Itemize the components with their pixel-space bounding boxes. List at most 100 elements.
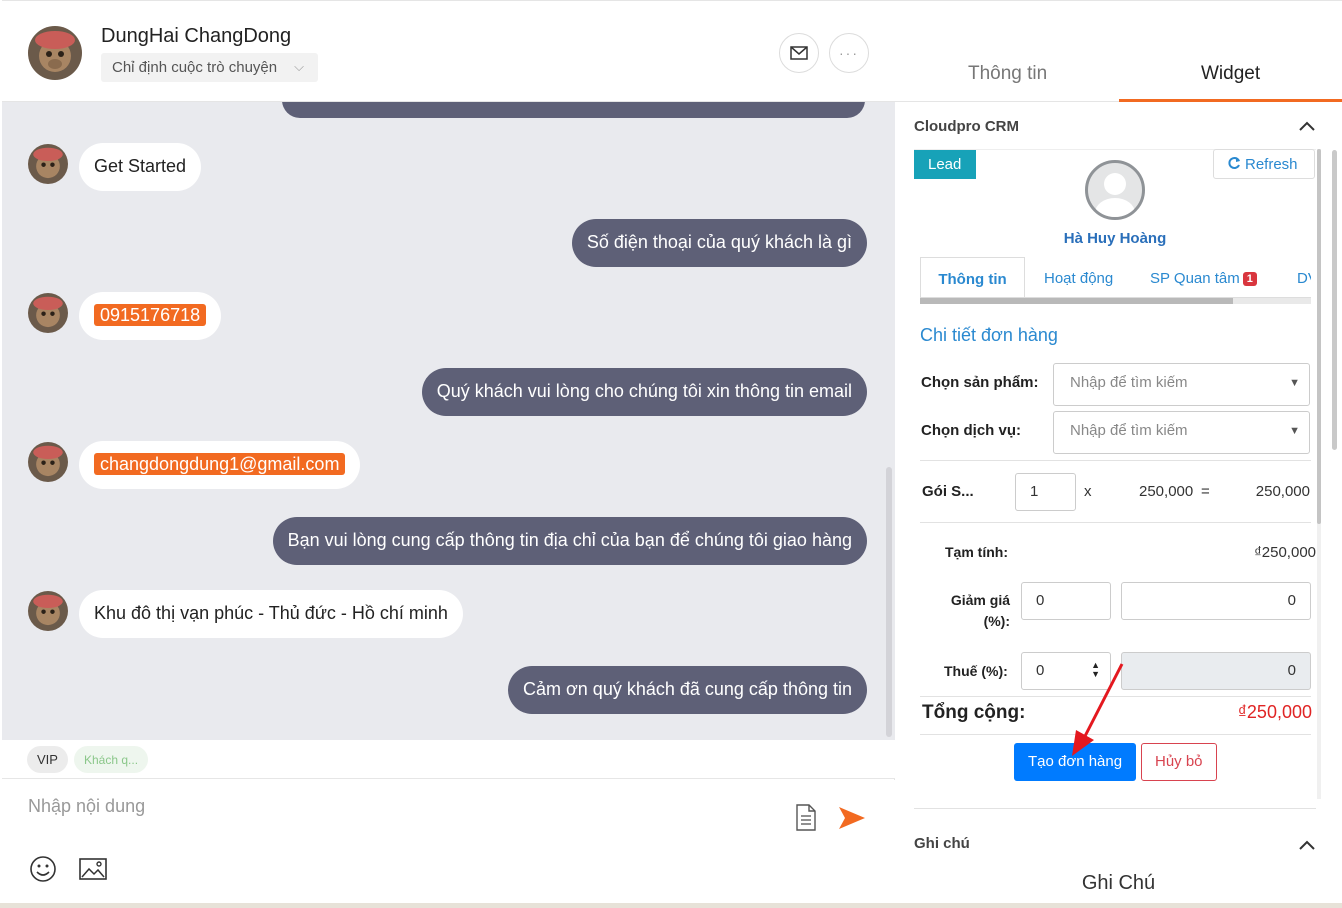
discount-label: Giảm giá (%):	[948, 592, 1010, 629]
tag-bar: VIP Khách q...	[2, 740, 895, 779]
count-badge: 1	[1242, 272, 1257, 286]
chat-header: DungHai ChangDong Chỉ định cuộc trò chuy…	[2, 0, 895, 102]
line-item-name: Gói S...	[922, 483, 974, 500]
scrollbar-thumb[interactable]	[920, 298, 1233, 304]
app-root: DungHai ChangDong Chỉ định cuộc trò chuy…	[0, 0, 1342, 908]
assign-label: Chỉ định cuộc trò chuyện	[112, 59, 278, 76]
subtotal-value: ₫250,000	[1254, 544, 1316, 561]
customer-avatar[interactable]	[1085, 160, 1145, 220]
line-total: 250,000	[1255, 483, 1310, 500]
bottom-border	[0, 903, 1342, 908]
equals-sign: =	[1201, 483, 1210, 500]
crm-tabs-scrollbar[interactable]	[920, 298, 1311, 304]
outgoing-message: Quý khách vui lòng cho chúng tôi xin thô…	[421, 368, 867, 416]
tab-widget[interactable]: Widget	[1201, 63, 1260, 85]
incoming-message: Get Started	[79, 143, 202, 191]
unit-price: 250,000	[1139, 483, 1194, 500]
lead-badge: Lead	[914, 150, 976, 179]
product-select[interactable]: Nhập để tìm kiếm ▼	[1053, 363, 1310, 406]
crm-section-title: Cloudpro CRM	[914, 118, 1019, 135]
service-label: Chọn dịch vụ:	[921, 422, 1021, 439]
tax-amount-field: 0	[1121, 652, 1311, 690]
chevron-up-icon[interactable]	[1299, 837, 1315, 855]
user-avatar	[28, 144, 68, 184]
crm-tab-services[interactable]: DV	[1297, 257, 1311, 297]
message-text: Khu đô thị vạn phúc - Thủ đức - Hồ chí m…	[94, 603, 448, 623]
side-tab-bar: Thông tin Widget	[895, 0, 1342, 102]
divider	[914, 808, 1316, 809]
service-placeholder: Nhập để tìm kiếm	[1070, 422, 1188, 439]
incoming-message: changdongdung1@gmail.com	[79, 441, 361, 489]
notes-heading: Ghi Chú	[1081, 872, 1156, 894]
chat-panel: DungHai ChangDong Chỉ định cuộc trò chuy…	[2, 0, 895, 908]
tab-info[interactable]: Thông tin	[968, 63, 1047, 85]
cancel-order-button[interactable]: Hủy bỏ	[1141, 743, 1217, 781]
tag-vip[interactable]: VIP	[27, 746, 68, 773]
chevron-down-icon: ⌵	[294, 59, 304, 74]
message-text: Bạn vui lòng cung cấp thông tin địa chỉ …	[287, 530, 852, 550]
total-value: ₫250,000	[1237, 702, 1312, 722]
crm-tabs: Thông tin Hoạt động SP Quan tâm1 DV	[920, 257, 1311, 298]
notes-section-title: Ghi chú	[914, 835, 970, 852]
message-scrollbar[interactable]	[886, 467, 892, 737]
incoming-message: 0915176718	[79, 292, 222, 340]
refresh-label: Refresh	[1245, 156, 1298, 173]
tag-customer[interactable]: Khách q...	[74, 746, 149, 773]
email-button[interactable]	[779, 33, 819, 73]
contact-name: DungHai ChangDong	[101, 25, 292, 47]
discount-label-line2: (%):	[983, 613, 1010, 629]
user-avatar	[28, 442, 68, 482]
refresh-icon	[1228, 157, 1240, 169]
user-avatar	[28, 293, 68, 333]
card-scroll-track[interactable]	[1317, 149, 1321, 799]
send-icon[interactable]	[838, 806, 866, 830]
discount-percent-input[interactable]: 0	[1021, 582, 1111, 620]
message-text: Get Started	[94, 156, 187, 176]
contact-avatar[interactable]	[28, 26, 82, 80]
crm-tab-info[interactable]: Thông tin	[920, 257, 1025, 297]
tax-percent-value: 0	[1036, 662, 1045, 679]
total-label: Tổng cộng:	[922, 702, 1026, 723]
service-select[interactable]: Nhập để tìm kiếm ▼	[1053, 411, 1310, 454]
crm-card: Lead Refresh Hà Huy Hoàng Thông tin Hoạt…	[914, 149, 1316, 809]
caret-down-icon: ▼	[1289, 377, 1300, 389]
crm-tab-label: SP Quan tâm	[1150, 270, 1240, 287]
crm-widget: Cloudpro CRM Lead Refresh Hà Huy Hoàng T…	[895, 102, 1342, 908]
previous-message-bubble	[282, 102, 865, 118]
product-placeholder: Nhập để tìm kiếm	[1070, 374, 1188, 391]
message-composer: Nhập nội dung	[2, 780, 895, 908]
assign-conversation-dropdown[interactable]: Chỉ định cuộc trò chuyện ⌵	[101, 53, 318, 82]
side-panel: Thông tin Widget Cloudpro CRM Lead Refre…	[895, 0, 1342, 908]
quantity-input[interactable]: 1	[1015, 473, 1076, 511]
image-icon[interactable]	[79, 857, 107, 881]
divider	[920, 460, 1311, 461]
phone-number-highlight[interactable]: 0915176718	[94, 304, 207, 326]
message-input[interactable]: Nhập nội dung	[28, 796, 145, 817]
mail-icon	[790, 46, 808, 60]
crm-tab-activity[interactable]: Hoạt động	[1044, 257, 1113, 297]
email-highlight[interactable]: changdongdung1@gmail.com	[94, 453, 346, 475]
more-dots-icon: ···	[839, 45, 859, 61]
divider	[920, 522, 1311, 523]
crm-tab-interested-products[interactable]: SP Quan tâm 1	[1150, 257, 1257, 297]
outgoing-message: Số điện thoại của quý khách là gì	[571, 219, 867, 267]
incoming-message: Khu đô thị vạn phúc - Thủ đức - Hồ chí m…	[79, 590, 463, 638]
panel-scrollbar[interactable]	[1332, 150, 1337, 450]
message-list[interactable]: Get Started Số điện thoại của quý khách …	[2, 102, 895, 740]
more-options-button[interactable]: ···	[829, 33, 869, 73]
subtotal-label: Tạm tính:	[945, 544, 1008, 560]
times-sign: x	[1084, 483, 1092, 500]
message-text: Cảm ơn quý khách đã cung cấp thông tin	[522, 679, 852, 699]
message-text: Quý khách vui lòng cho chúng tôi xin thô…	[436, 381, 852, 401]
message-text: Số điện thoại của quý khách là gì	[586, 232, 852, 252]
card-scroll-thumb[interactable]	[1317, 149, 1321, 524]
chevron-up-icon[interactable]	[1299, 118, 1315, 136]
discount-label-line1: Giảm giá	[950, 592, 1010, 608]
annotation-arrow	[1072, 663, 1124, 756]
outgoing-message: Bạn vui lòng cung cấp thông tin địa chỉ …	[272, 517, 867, 565]
template-document-icon[interactable]	[795, 804, 817, 831]
refresh-button[interactable]: Refresh	[1213, 149, 1315, 179]
emoji-icon[interactable]	[29, 855, 57, 883]
customer-name[interactable]: Hà Huy Hoàng	[914, 230, 1316, 247]
discount-amount-input[interactable]: 0	[1121, 582, 1311, 620]
